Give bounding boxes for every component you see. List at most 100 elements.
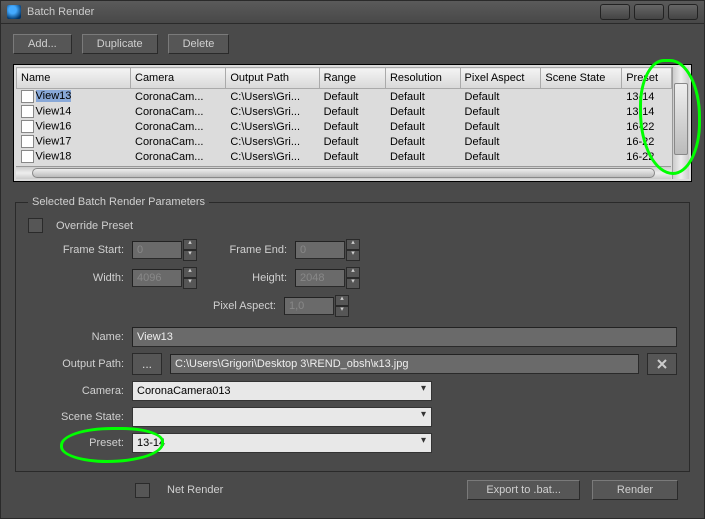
add-button[interactable]: Add... <box>13 34 72 54</box>
row-cell: Default <box>385 104 460 119</box>
preset-select[interactable]: 13-14 <box>132 433 432 453</box>
height-input[interactable] <box>295 269 345 287</box>
pixel-aspect-down[interactable]: ▾ <box>335 306 349 317</box>
pixel-aspect-up[interactable]: ▴ <box>335 295 349 306</box>
minimize-button[interactable] <box>600 4 630 20</box>
name-input[interactable] <box>132 327 677 347</box>
row-cell: Default <box>460 104 541 119</box>
pixel-aspect-label: Pixel Aspect: <box>28 300 276 312</box>
row-checkbox[interactable] <box>21 135 34 148</box>
list-vscrollbar[interactable] <box>672 67 689 179</box>
row-cell: Default <box>385 89 460 105</box>
table-row[interactable]: View17CoronaCam...C:\Users\Gri...Default… <box>17 134 672 149</box>
selected-params-group: Selected Batch Render Parameters Overrid… <box>15 196 690 472</box>
table-row[interactable]: View13CoronaCam...C:\Users\Gri...Default… <box>17 89 672 105</box>
row-cell: C:\Users\Gri... <box>226 149 319 164</box>
frame-end-down[interactable]: ▾ <box>346 250 360 261</box>
column-header[interactable]: Pixel Aspect <box>460 68 541 89</box>
export-bat-button[interactable]: Export to .bat... <box>467 480 580 500</box>
row-cell: C:\Users\Gri... <box>226 134 319 149</box>
width-label: Width: <box>28 272 124 284</box>
row-cell <box>541 104 622 119</box>
render-button[interactable]: Render <box>592 480 678 500</box>
delete-button[interactable]: Delete <box>168 34 230 54</box>
column-header[interactable]: Scene State <box>541 68 622 89</box>
selected-params-legend: Selected Batch Render Parameters <box>28 196 209 208</box>
window-title: Batch Render <box>27 6 600 18</box>
close-button[interactable] <box>668 4 698 20</box>
row-checkbox[interactable] <box>21 105 34 118</box>
table-row[interactable]: View16 CoronaCam...C:\Users\Gri... Default… <box>17 119 672 134</box>
frame-end-input[interactable] <box>295 241 345 259</box>
batch-render-window: Batch Render Add... Duplicate Delete <box>0 0 705 519</box>
row-cell: Default <box>460 149 541 164</box>
row-cell: 13-14 <box>622 89 672 105</box>
row-cell: Default <box>319 149 385 164</box>
height-down[interactable]: ▾ <box>346 278 360 289</box>
width-up[interactable]: ▴ <box>183 267 197 278</box>
frame-start-label: Frame Start: <box>28 244 124 256</box>
row-cell: Default <box>319 89 385 105</box>
list-hscrollbar[interactable] <box>16 166 671 179</box>
row-cell: CoronaCam... <box>131 104 226 119</box>
override-preset-checkbox[interactable] <box>28 218 43 233</box>
close-icon <box>656 358 668 370</box>
column-header[interactable]: Range <box>319 68 385 89</box>
row-name: View14 <box>36 105 72 117</box>
camera-select[interactable]: CoronaCamera013 <box>132 381 432 401</box>
list-vscroll-handle[interactable] <box>674 83 688 155</box>
table-row[interactable]: View14CoronaCam...C:\Users\Gri...Default… <box>17 104 672 119</box>
height-up[interactable]: ▴ <box>346 267 360 278</box>
table-row[interactable]: View18CoronaCam...C:\Users\Gri...Default… <box>17 149 672 164</box>
row-name: View16 <box>36 120 72 132</box>
name-label: Name: <box>28 331 124 343</box>
frame-start-up[interactable]: ▴ <box>183 239 197 250</box>
frame-end-up[interactable]: ▴ <box>346 239 360 250</box>
column-header[interactable]: Preset <box>622 68 672 89</box>
row-cell: Default <box>460 89 541 105</box>
row-cell <box>541 119 622 134</box>
row-checkbox[interactable] <box>21 120 34 133</box>
maximize-button[interactable] <box>634 4 664 20</box>
row-cell: Default <box>460 134 541 149</box>
column-header[interactable]: Resolution <box>385 68 460 89</box>
frame-end-label: Frame End: <box>205 244 287 256</box>
width-down[interactable]: ▾ <box>183 278 197 289</box>
duplicate-button[interactable]: Duplicate <box>82 34 158 54</box>
row-cell: Default <box>319 134 385 149</box>
net-render-checkbox[interactable] <box>135 483 150 498</box>
app-icon <box>7 5 21 19</box>
output-path-browse-button[interactable]: ... <box>132 353 162 375</box>
row-checkbox[interactable] <box>21 90 34 103</box>
scene-state-label: Scene State: <box>28 411 124 423</box>
row-cell: Default <box>385 119 460 134</box>
titlebar[interactable]: Batch Render <box>1 1 704 24</box>
row-cell: 16-22 <box>622 134 672 149</box>
column-header[interactable]: Camera <box>131 68 226 89</box>
row-cell: Default <box>385 149 460 164</box>
row-cell: CoronaCam... <box>131 119 226 134</box>
camera-label: Camera: <box>28 385 124 397</box>
frame-start-input[interactable] <box>132 241 182 259</box>
output-path-label: Output Path: <box>28 358 124 370</box>
output-path-clear-button[interactable] <box>647 353 677 375</box>
row-cell: CoronaCam... <box>131 89 226 105</box>
column-header[interactable]: Output Path <box>226 68 319 89</box>
frame-start-down[interactable]: ▾ <box>183 250 197 261</box>
net-render-label: Net Render <box>167 484 223 496</box>
height-label: Height: <box>205 272 287 284</box>
batch-list[interactable]: NameCameraOutput PathRangeResolutionPixe… <box>13 64 692 182</box>
output-path-input[interactable] <box>170 354 639 374</box>
row-name: View13 <box>36 90 72 102</box>
column-header[interactable]: Name <box>17 68 131 89</box>
pixel-aspect-input[interactable] <box>284 297 334 315</box>
row-cell: C:\Users\Gri... <box>226 119 319 134</box>
preset-label: Preset: <box>28 437 124 449</box>
list-hscroll-handle[interactable] <box>32 168 655 178</box>
row-name: View18 <box>36 150 72 162</box>
width-input[interactable] <box>132 269 182 287</box>
row-cell: 13-14 <box>622 104 672 119</box>
row-cell: 16-22 <box>622 119 672 134</box>
row-checkbox[interactable] <box>21 150 34 163</box>
scene-state-select[interactable] <box>132 407 432 427</box>
